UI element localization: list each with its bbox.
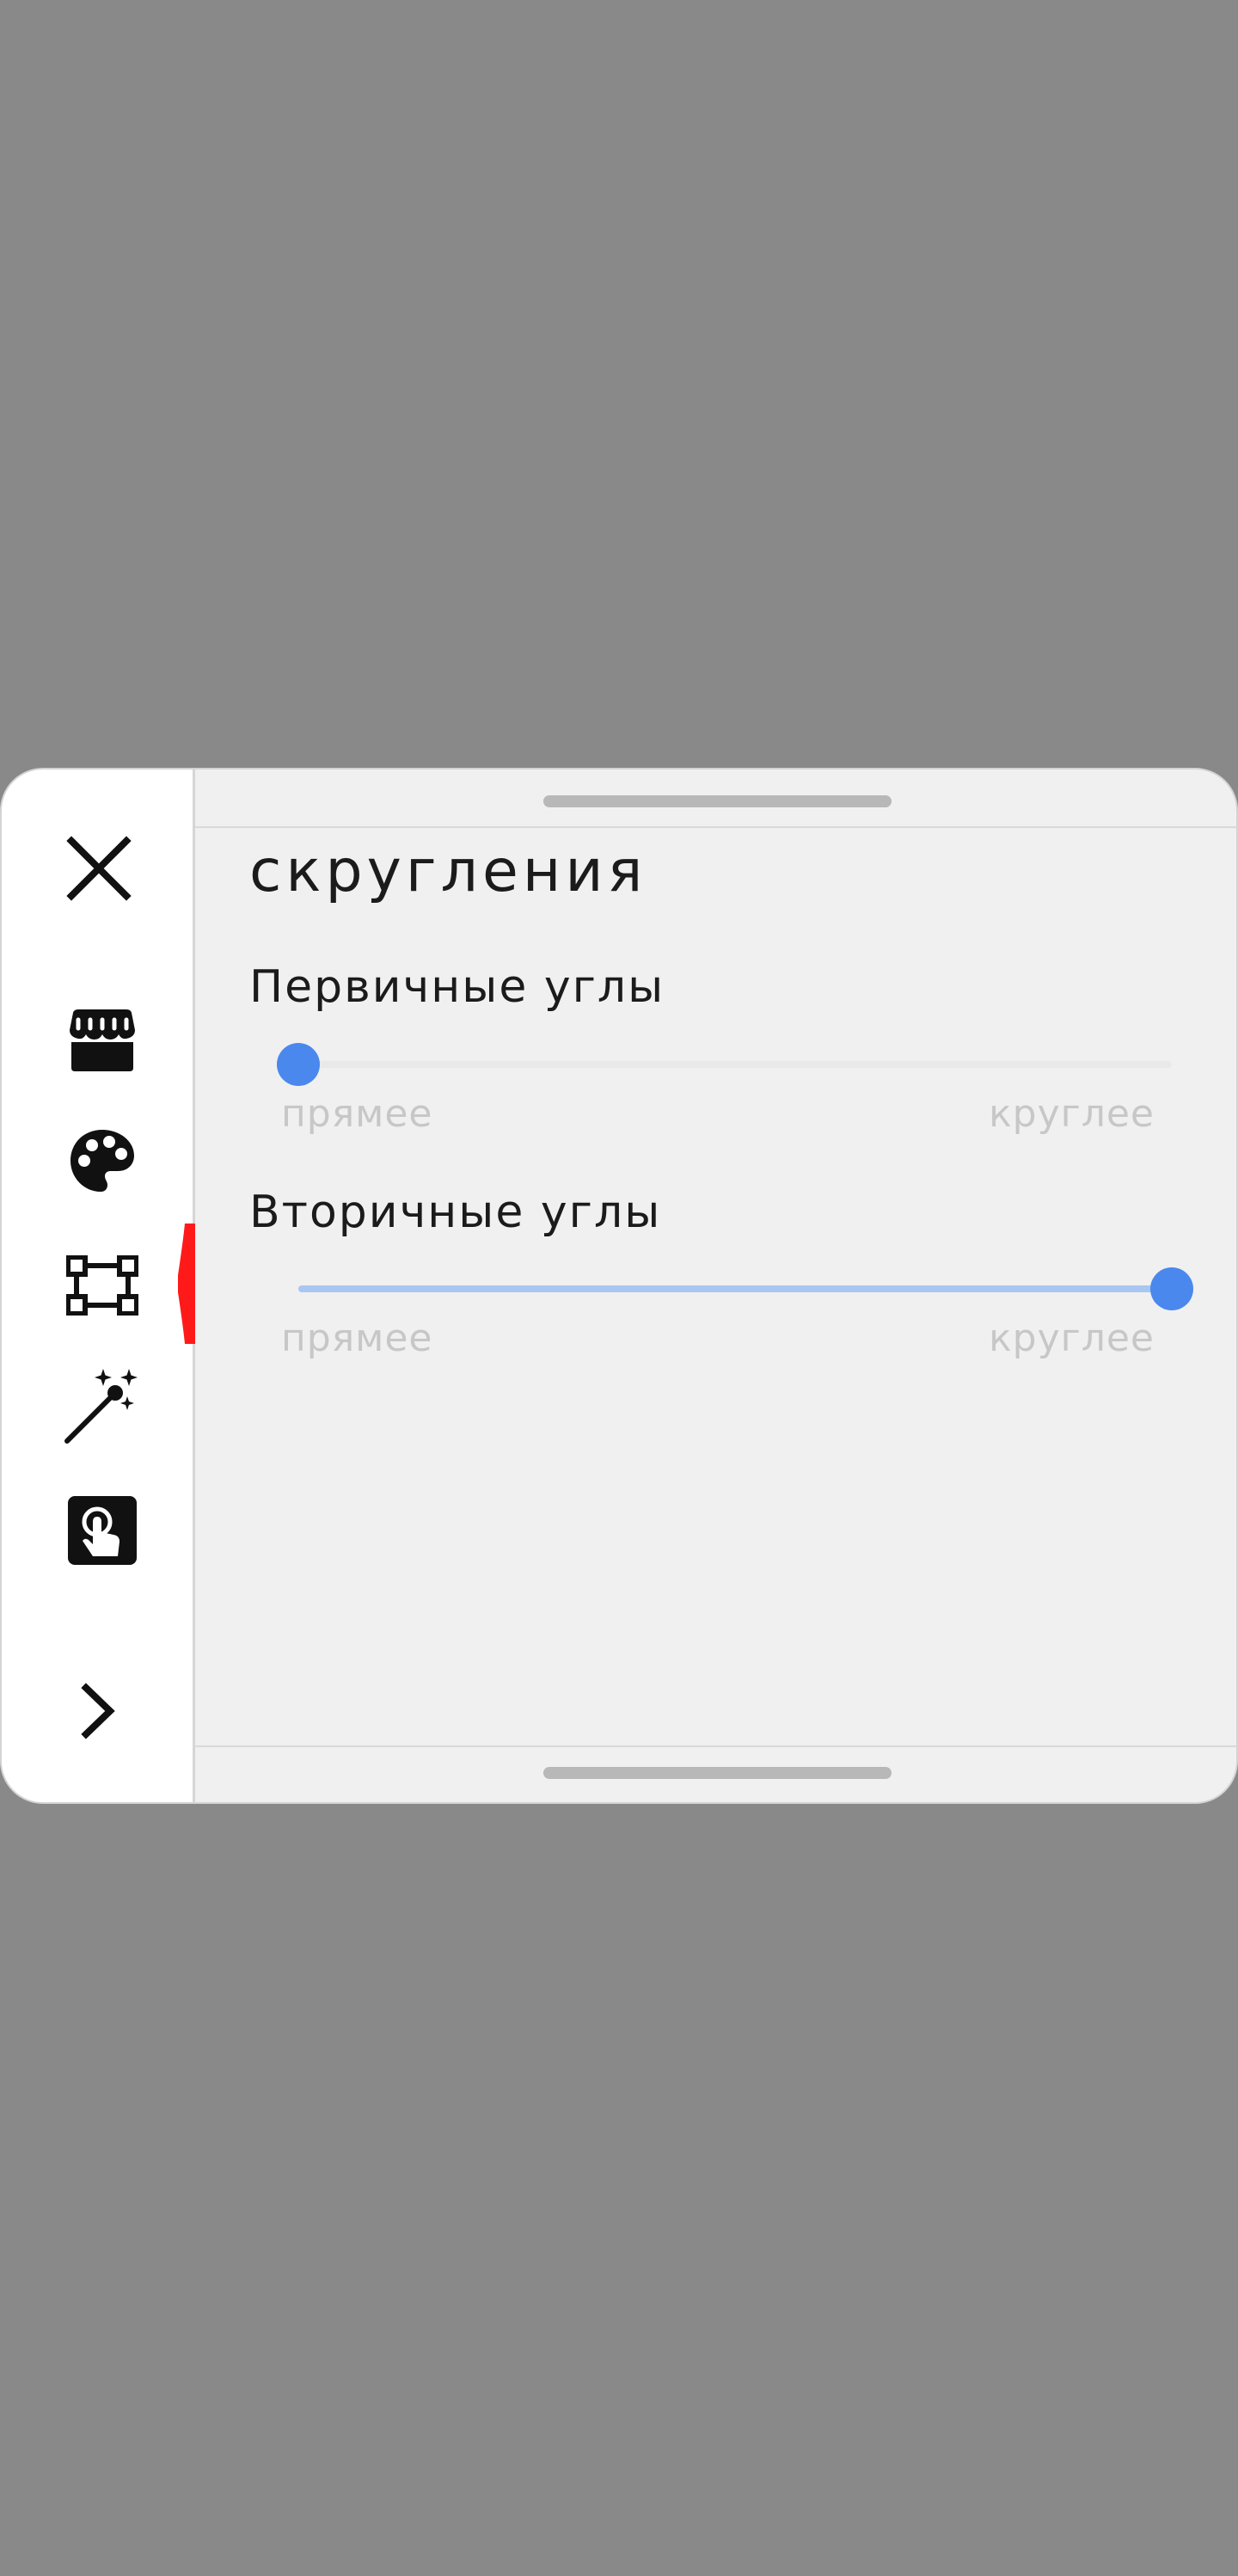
bottom-sheet: скругления Первичные углы прямее круглее… (0, 768, 1238, 1804)
primary-min-label: прямее (281, 1092, 433, 1136)
palette-icon (70, 1130, 134, 1192)
primary-corners-label: Первичные углы (249, 961, 665, 1013)
slider-fill (298, 1285, 1172, 1292)
magic-wand-icon (64, 1369, 138, 1444)
slider-thumb[interactable] (1150, 1267, 1193, 1310)
active-tool-indicator (178, 1224, 195, 1344)
chevron-right-icon (81, 1683, 115, 1739)
theme-colors-button[interactable] (55, 1113, 150, 1208)
store-icon (70, 1009, 135, 1071)
divider (195, 1745, 1236, 1747)
shapes-button[interactable] (55, 1238, 150, 1333)
expand-button[interactable] (52, 1664, 146, 1758)
secondary-min-label: прямее (281, 1316, 433, 1360)
tool-rail (2, 770, 195, 1802)
secondary-corners-label: Вторичные углы (249, 1187, 662, 1238)
secondary-corners-slider[interactable] (298, 1267, 1193, 1310)
slider-thumb[interactable] (277, 1043, 320, 1086)
close-icon (66, 836, 132, 901)
touch-app-icon (68, 1496, 137, 1565)
secondary-max-label: круглее (989, 1316, 1155, 1360)
store-button[interactable] (55, 993, 150, 1088)
page-title: скругления (249, 837, 647, 905)
primary-max-label: круглее (989, 1092, 1155, 1136)
primary-corners-slider[interactable] (277, 1043, 1172, 1086)
drag-handle-top[interactable] (543, 795, 892, 807)
divider (195, 826, 1236, 828)
effects-button[interactable] (55, 1359, 150, 1453)
settings-content: скругления Первичные углы прямее круглее… (195, 770, 1236, 1802)
vector-shape-icon (66, 1255, 138, 1316)
drag-handle-bottom[interactable] (543, 1767, 892, 1779)
touch-button[interactable] (55, 1483, 150, 1578)
close-button[interactable] (52, 821, 146, 916)
